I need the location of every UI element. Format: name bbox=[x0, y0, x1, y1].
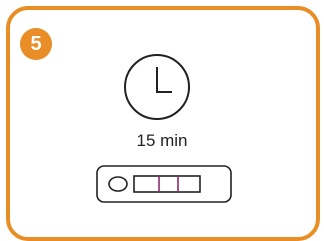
test-cassette-icon bbox=[96, 165, 232, 203]
result-window bbox=[133, 175, 201, 193]
clock-icon bbox=[124, 54, 190, 120]
sample-well bbox=[108, 176, 128, 192]
step-number-badge: 5 bbox=[20, 28, 52, 60]
instruction-step-card bbox=[6, 6, 320, 241]
cassette-body bbox=[96, 165, 232, 203]
duration-label: 15 min bbox=[136, 131, 188, 150]
